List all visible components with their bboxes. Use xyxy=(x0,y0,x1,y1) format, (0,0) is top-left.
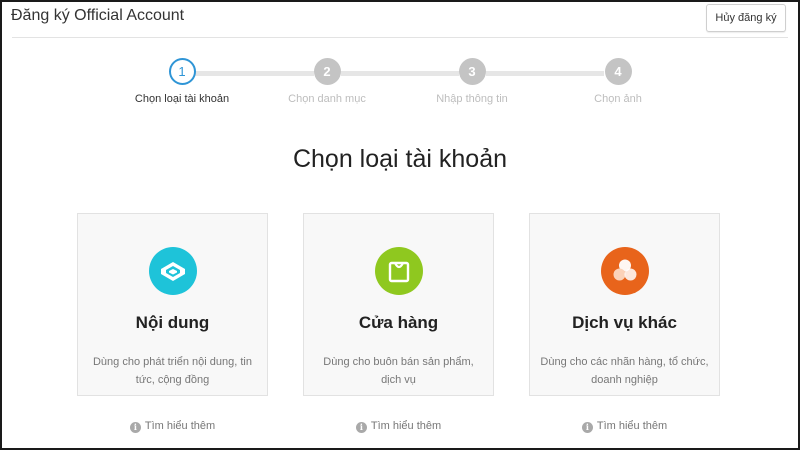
step-number-circle: 4 xyxy=(604,58,632,85)
step-label: Chọn danh mục xyxy=(288,93,366,105)
step-1: 1 Chọn loại tài khoản xyxy=(112,58,252,105)
cancel-registration-button[interactable]: Hủy đăng ký xyxy=(706,4,786,32)
step-label: Chọn ảnh xyxy=(594,93,642,105)
shopping-bag-icon xyxy=(374,247,423,295)
info-icon: i xyxy=(355,422,367,433)
card-description: Dùng cho các nhãn hàng, tổ chức, doanh n… xyxy=(540,356,709,386)
card-title: Dịch vụ khác xyxy=(572,313,677,332)
section-title: Chọn loại tài khoản xyxy=(292,145,508,173)
step-2: 2 Chọn danh mục xyxy=(257,58,397,105)
card-description: Dùng cho phát triển nội dung, tin tức, c… xyxy=(92,356,252,386)
step-3: 3 Nhập thông tin xyxy=(402,58,542,105)
learn-more-link-other-services[interactable]: i Tìm hiểu thêm xyxy=(529,420,720,433)
step-label: Chọn loại tài khoản xyxy=(134,93,230,105)
step-4: 4 Chọn ảnh xyxy=(548,58,688,105)
header: Đăng ký Official Account Hủy đăng ký xyxy=(2,2,798,38)
card-title: Cửa hàng xyxy=(358,313,439,332)
services-icon xyxy=(600,247,649,295)
info-icon: i xyxy=(129,422,141,433)
learn-more-label: Tìm hiểu thêm xyxy=(596,420,668,432)
learn-more-label: Tìm hiểu thêm xyxy=(370,420,442,432)
content-icon xyxy=(148,247,197,295)
step-number-circle: 2 xyxy=(313,58,341,85)
learn-more-link-store[interactable]: i Tìm hiểu thêm xyxy=(303,420,494,433)
header-divider xyxy=(12,37,788,38)
learn-more-link-content[interactable]: i Tìm hiểu thêm xyxy=(77,420,268,433)
info-icon: i xyxy=(581,422,593,433)
account-type-card-content[interactable]: Nội dung Dùng cho phát triển nội dung, t… xyxy=(77,213,268,396)
step-number-circle: 1 xyxy=(168,58,196,85)
step-number-circle: 3 xyxy=(458,58,486,85)
card-title: Nội dung xyxy=(135,313,210,332)
page-title: Đăng ký Official Account xyxy=(11,7,185,24)
step-label: Nhập thông tin xyxy=(436,93,508,105)
learn-more-label: Tìm hiểu thêm xyxy=(144,420,216,432)
account-type-card-store[interactable]: Cửa hàng Dùng cho buôn bán sản phẩm, dịc… xyxy=(303,213,494,396)
account-type-card-other-services[interactable]: Dịch vụ khác Dùng cho các nhãn hàng, tổ … xyxy=(529,213,720,396)
progress-stepper: 1 Chọn loại tài khoản 2 Chọn danh mục 3 … xyxy=(0,58,800,108)
card-description: Dùng cho buôn bán sản phẩm, dịch vụ xyxy=(323,356,474,386)
